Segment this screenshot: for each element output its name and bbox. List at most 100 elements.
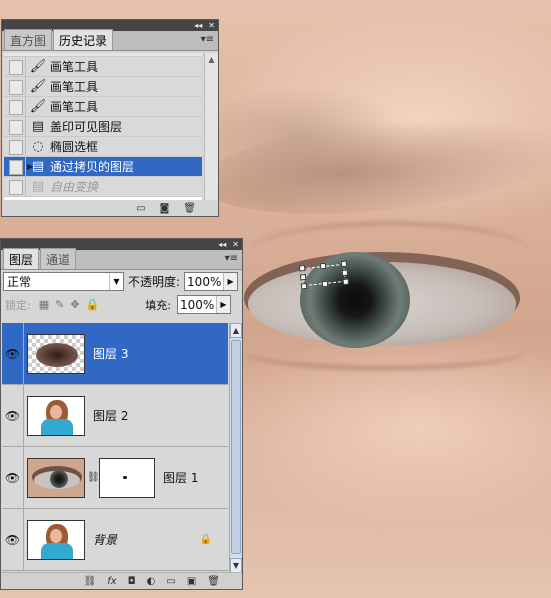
collapse-icon[interactable]: ◂◂	[194, 21, 202, 30]
scroll-up-icon[interactable]: ▲	[230, 323, 242, 338]
layer-row-layer1[interactable]: 👁 ⛓ 图层 1	[2, 446, 228, 509]
history-item[interactable]: ◌ 椭圆选框	[4, 136, 202, 157]
blend-row: 正常 ▼ 不透明度: 100% ▶	[1, 270, 242, 293]
layers-scrollbar[interactable]: ▲ ▼	[229, 323, 242, 573]
document-icon: ▤	[31, 119, 45, 134]
layer-mask-thumbnail[interactable]	[99, 457, 155, 498]
layer-thumbnail[interactable]	[27, 333, 85, 374]
history-panel: ◂◂ ✕ 直方图 历史记录 ▾≡ 🖌 画笔工具 🖌 画笔工具 🖌 画笔工具 ▤ …	[1, 19, 219, 217]
layer-thumbnail[interactable]	[27, 457, 85, 498]
panel-menu-icon[interactable]: ▾≡	[225, 253, 238, 264]
transform-handle[interactable]	[342, 278, 350, 286]
new-layer-icon[interactable]: ▣	[187, 576, 196, 587]
tab-history[interactable]: 历史记录	[53, 29, 114, 50]
blend-mode-value: 正常	[7, 275, 32, 289]
history-source-checkbox[interactable]	[4, 156, 26, 177]
transform-handle[interactable]	[321, 280, 329, 288]
close-icon[interactable]: ✕	[232, 240, 239, 249]
history-item-label: 盖印可见图层	[50, 120, 123, 134]
layers-tabs: 图层 通道 ▾≡	[1, 248, 242, 270]
lock-all-icon[interactable]: 🔒	[86, 298, 100, 311]
layer-name[interactable]: 图层 1	[163, 469, 198, 486]
chevron-right-icon[interactable]: ▶	[223, 273, 238, 290]
transform-handle[interactable]	[341, 269, 349, 277]
history-list: 🖌 画笔工具 🖌 画笔工具 🖌 画笔工具 ▤ 盖印可见图层 ◌ 椭圆选框 ▶ ▤	[4, 53, 202, 216]
transform-handle[interactable]	[300, 282, 308, 290]
chevron-right-icon[interactable]: ▶	[215, 296, 230, 313]
visibility-eye-icon[interactable]: 👁	[2, 323, 24, 385]
layer-row-layer2[interactable]: 👁 图层 2	[2, 384, 228, 447]
eye-thumbnail-iris	[50, 469, 68, 488]
opacity-input[interactable]: 100% ▶	[184, 272, 239, 291]
history-item-label: 椭圆选框	[50, 140, 99, 154]
history-tabs: 直方图 历史记录 ▾≡	[2, 29, 218, 51]
history-item[interactable]: 🖌 画笔工具	[4, 96, 202, 117]
layers-panel: ◂◂ ✕ 图层 通道 ▾≡ 正常 ▼ 不透明度: 100% ▶ 锁定: ▦ ✎ …	[0, 238, 243, 590]
history-item-label: 通过拷贝的图层	[50, 160, 135, 174]
visibility-eye-icon[interactable]: 👁	[2, 384, 24, 447]
history-source-checkbox[interactable]	[4, 96, 26, 117]
trash-icon[interactable]: 🗑	[207, 576, 220, 587]
layer-name[interactable]: 图层 3	[93, 345, 128, 362]
history-source-checkbox[interactable]	[4, 56, 26, 77]
transform-handle[interactable]	[298, 264, 306, 272]
history-scrollbar[interactable]: ▲ ▼	[204, 53, 218, 216]
link-chain-icon[interactable]: ⛓	[87, 472, 100, 483]
eye-patch-thumbnail	[36, 342, 78, 367]
link-layers-icon[interactable]: ⛓	[84, 576, 97, 587]
history-item-label: 画笔工具	[50, 80, 99, 94]
layer-name[interactable]: 图层 2	[93, 407, 128, 424]
tab-histogram[interactable]: 直方图	[4, 29, 53, 50]
lock-icon: 🔒	[199, 534, 212, 545]
layer-list: 👁 图层 3 👁 图层 2 👁 ⛓ 图层 1 👁 背景 🔒	[2, 323, 228, 573]
history-state-marker-icon: ▶	[27, 162, 34, 171]
lock-pixels-brush-icon[interactable]: ✎	[55, 298, 64, 311]
history-item-label: 画笔工具	[50, 100, 99, 114]
history-item[interactable]: 🖌 画笔工具	[4, 76, 202, 97]
new-snapshot-icon[interactable]: ◙	[160, 203, 170, 214]
history-source-checkbox[interactable]	[4, 76, 26, 97]
history-source-checkbox[interactable]	[4, 116, 26, 137]
collapse-icon[interactable]: ◂◂	[218, 240, 226, 249]
transform-handle[interactable]	[319, 262, 327, 270]
lock-position-icon[interactable]: ✥	[70, 298, 79, 311]
transform-handle[interactable]	[340, 260, 348, 268]
layer-name[interactable]: 背景	[93, 531, 117, 548]
panel-menu-icon[interactable]: ▾≡	[201, 34, 214, 45]
history-item[interactable]: ▤ 盖印可见图层	[4, 116, 202, 137]
tab-channels[interactable]: 通道	[40, 248, 77, 269]
portrait-thumbnail-face	[50, 404, 62, 419]
history-item-undone[interactable]: ▤ 自由变换	[4, 176, 202, 197]
brush-icon: 🖌	[29, 99, 47, 114]
new-group-icon[interactable]: ▭	[166, 576, 175, 587]
add-mask-icon[interactable]: ◘	[128, 576, 136, 587]
adjustment-layer-icon[interactable]: ◐	[147, 576, 156, 587]
transform-handle[interactable]	[299, 273, 307, 281]
layer-row-background[interactable]: 👁 背景 🔒	[2, 508, 228, 571]
tab-layers[interactable]: 图层	[3, 248, 40, 269]
scroll-thumb[interactable]	[231, 340, 241, 554]
layer-thumbnail[interactable]	[27, 519, 85, 560]
trash-icon[interactable]: 🗑	[183, 203, 196, 214]
history-source-checkbox[interactable]	[4, 176, 26, 197]
fx-icon[interactable]: fx	[107, 576, 116, 587]
new-document-from-state-icon[interactable]: ▭	[136, 203, 145, 214]
lock-transparency-icon[interactable]: ▦	[39, 298, 49, 311]
layer-row-layer3[interactable]: 👁 图层 3	[2, 323, 228, 385]
portrait-thumbnail-face	[50, 528, 62, 543]
opacity-value: 100%	[187, 274, 222, 289]
fill-input[interactable]: 100% ▶	[176, 295, 231, 314]
lower-eyelid	[238, 330, 528, 370]
visibility-eye-icon[interactable]: 👁	[2, 508, 24, 571]
chevron-down-icon[interactable]: ▼	[109, 273, 123, 290]
visibility-eye-icon[interactable]: 👁	[2, 446, 24, 509]
history-source-checkbox[interactable]	[4, 136, 26, 157]
close-icon[interactable]: ✕	[208, 21, 215, 30]
scroll-up-icon[interactable]: ▲	[205, 53, 218, 67]
layer-thumbnail[interactable]	[27, 395, 85, 436]
history-item[interactable]: 🖌 画笔工具	[4, 56, 202, 77]
lock-label: 锁定:	[5, 298, 31, 312]
scroll-down-icon[interactable]: ▼	[230, 558, 242, 573]
history-item-selected[interactable]: ▶ ▤ 通过拷贝的图层	[4, 156, 202, 177]
blend-mode-select[interactable]: 正常 ▼	[3, 272, 124, 291]
